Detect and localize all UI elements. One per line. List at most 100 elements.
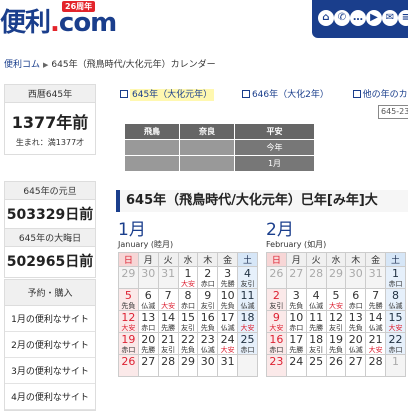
calendar-day[interactable]: 31 — [217, 354, 239, 377]
rokuyo-label: 赤口 — [289, 324, 304, 332]
era-asuka[interactable]: 飛鳥 — [124, 123, 180, 140]
rokuyo-label: 友引 — [200, 302, 215, 310]
calendar-day[interactable]: 26 — [325, 354, 347, 377]
calendar-day[interactable]: 21 友引 — [157, 332, 179, 355]
calendar-day[interactable]: 22 赤口 — [385, 332, 406, 355]
calendar-day[interactable]: 8 仏滅 — [385, 288, 406, 311]
calendar-day[interactable]: 26 — [118, 354, 139, 377]
calendar-day[interactable]: 2 友引 — [266, 288, 287, 311]
menu-item-feb[interactable]: 2月の便利なサイト — [5, 332, 95, 358]
calendar-day[interactable]: 9 大安 — [266, 310, 287, 333]
calendar-day[interactable]: 10 先負 — [217, 288, 239, 311]
calendar-day[interactable]: 4 友引 — [237, 266, 258, 289]
calendar-day[interactable]: 15 友引 — [177, 310, 199, 333]
calendar-day[interactable]: 29 — [325, 266, 347, 289]
calendar-day[interactable]: 28 — [305, 266, 327, 289]
calendar-day[interactable]: 17 先勝 — [285, 332, 307, 355]
calendar-day[interactable]: 15 大安 — [385, 310, 406, 333]
calendar-day[interactable] — [237, 354, 258, 377]
calendar-day[interactable]: 5 大安 — [325, 288, 347, 311]
nav-next-year[interactable]: 646年（大化2年） — [252, 90, 329, 100]
logo-suffix: com — [58, 8, 117, 38]
calendar-day[interactable]: 12 友引 — [325, 310, 347, 333]
calendar-day[interactable]: 20 先勝 — [137, 332, 159, 355]
calendar-day[interactable]: 7 先勝 — [365, 288, 387, 311]
calendar-day[interactable]: 11 先勝 — [305, 310, 327, 333]
calendar-day[interactable]: 19 先負 — [325, 332, 347, 355]
calendar-day[interactable]: 13 先負 — [345, 310, 367, 333]
doc-icon[interactable]: ≡ — [398, 10, 408, 26]
breadcrumb-home[interactable]: 便利コム — [4, 60, 40, 70]
era-heian[interactable]: 平安 — [234, 123, 315, 140]
calendar-day[interactable]: 31 — [157, 266, 179, 289]
calendar-day[interactable]: 16 赤口 — [266, 332, 287, 355]
site-logo[interactable]: 便利.com — [0, 2, 117, 39]
calendar-day[interactable]: 2 赤口 — [197, 266, 219, 289]
calendar-day[interactable]: 21 大安 — [365, 332, 387, 355]
era-nara[interactable]: 奈良 — [179, 123, 235, 140]
video-icon[interactable]: ▶ — [366, 10, 382, 26]
calendar-day[interactable]: 12 大安 — [118, 310, 139, 333]
calendar-day[interactable]: 14 仏滅 — [365, 310, 387, 333]
calendar-day[interactable]: 8 赤口 — [177, 288, 199, 311]
day-number: 1 — [392, 355, 400, 368]
calendar-day[interactable]: 20 仏滅 — [345, 332, 367, 355]
calendar-day[interactable]: 18 大安 — [237, 310, 258, 333]
calendar-day[interactable]: 1 赤口 — [385, 266, 406, 289]
calendar-day[interactable]: 25 赤口 — [237, 332, 258, 355]
phone-icon[interactable]: ✆ — [334, 10, 350, 26]
mail-icon[interactable]: ✉ — [382, 10, 398, 26]
calendar-day[interactable]: 6 赤口 — [345, 288, 367, 311]
calendar-day[interactable]: 29 — [118, 266, 139, 289]
calendar-day[interactable]: 25 — [305, 354, 327, 377]
calendar-day[interactable]: 31 — [365, 266, 387, 289]
calendar-day[interactable]: 5 先負 — [118, 288, 139, 311]
menu-item-mar[interactable]: 3月の便利なサイト — [5, 358, 95, 384]
calendar-day[interactable]: 27 — [137, 354, 159, 377]
calendar-day[interactable]: 24 大安 — [217, 332, 239, 355]
calendar-day[interactable]: 11 仏滅 — [237, 288, 258, 311]
calendar-day[interactable]: 17 仏滅 — [217, 310, 239, 333]
calendar-day[interactable]: 23 仏滅 — [197, 332, 219, 355]
calendar-day[interactable]: 27 — [285, 266, 307, 289]
calendar-day[interactable]: 28 — [157, 354, 179, 377]
home-icon[interactable]: ⌂ — [318, 10, 334, 26]
weekday-header: 土 — [237, 252, 258, 267]
calendar-day[interactable]: 22 先負 — [177, 332, 199, 355]
chat-icon[interactable]: … — [350, 10, 366, 26]
calendar-day[interactable]: 23 — [266, 354, 287, 377]
calendar-day[interactable]: 9 友引 — [197, 288, 219, 311]
menu-item-apr[interactable]: 4月の便利なサイト — [5, 384, 95, 410]
calendar-day[interactable]: 4 仏滅 — [305, 288, 327, 311]
calendar-day[interactable]: 30 — [197, 354, 219, 377]
day-number: 6 — [144, 289, 152, 302]
rokuyo-label: 赤口 — [269, 346, 284, 354]
day-number: 26 — [269, 267, 284, 280]
calendar-day[interactable]: 19 赤口 — [118, 332, 139, 355]
calendar-day[interactable]: 3 先勝 — [217, 266, 239, 289]
calendar-day[interactable]: 30 — [137, 266, 159, 289]
calendar-day[interactable]: 29 — [177, 354, 199, 377]
calendar-day[interactable]: 24 — [285, 354, 307, 377]
calendar-day[interactable]: 28 — [365, 354, 387, 377]
nav-other-years[interactable]: 他の年のカレン — [363, 90, 408, 100]
calendar-day[interactable]: 13 赤口 — [137, 310, 159, 333]
calendar-day[interactable]: 16 先負 — [197, 310, 219, 333]
calendar-day[interactable]: 3 先負 — [285, 288, 307, 311]
day-number: 23 — [200, 333, 215, 346]
nav-current-year[interactable]: 645年（大化元年） — [130, 89, 215, 101]
calendar-day[interactable]: 18 友引 — [305, 332, 327, 355]
calendar-day[interactable]: 7 大安 — [157, 288, 179, 311]
menu-item-jan[interactable]: 1月の便利なサイト — [5, 306, 95, 332]
calendar-day[interactable]: 26 — [266, 266, 287, 289]
calendar-day[interactable]: 14 先勝 — [157, 310, 179, 333]
calendar-day[interactable]: 1 大安 — [177, 266, 199, 289]
calendar-day[interactable]: 30 — [345, 266, 367, 289]
logo-text: 便利 — [0, 8, 51, 38]
calendar-day[interactable]: 6 仏滅 — [137, 288, 159, 311]
calendar-day[interactable]: 27 — [345, 354, 367, 377]
year-search-input[interactable]: 645-23 — [378, 105, 408, 119]
calendar-day[interactable]: 10 赤口 — [285, 310, 307, 333]
calendar-day[interactable]: 1 — [385, 354, 406, 377]
rokuyo-label: 赤口 — [180, 302, 195, 310]
